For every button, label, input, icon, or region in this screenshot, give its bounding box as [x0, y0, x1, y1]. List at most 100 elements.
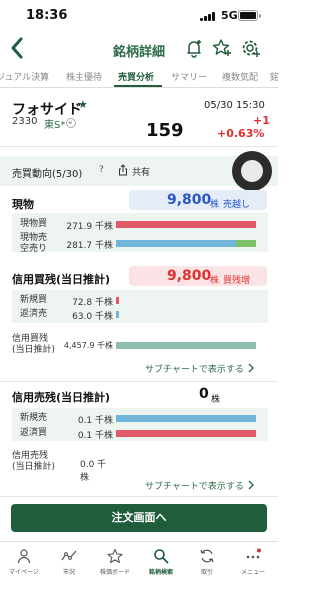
- star-plus-icon[interactable]: [212, 38, 232, 58]
- repay-buy-label: 返済買: [20, 428, 48, 438]
- price-change-pct: +0.63%: [217, 127, 265, 140]
- repay-buy-bar-track: [116, 430, 256, 437]
- margin-sell-balance-value: 0.0 千株: [80, 460, 107, 483]
- chevron-right-icon[interactable]: [247, 480, 255, 490]
- person-icon: [17, 549, 31, 564]
- tab-more[interactable]: 銘: [270, 70, 278, 83]
- tabbar-menu-label: メニュー: [240, 569, 265, 576]
- margin-buy-box: [12, 290, 268, 323]
- page-title: 銘柄詳細: [112, 45, 165, 60]
- new-buy-bar-track: [116, 297, 256, 304]
- divider: [0, 496, 278, 497]
- divider: [0, 146, 278, 147]
- tabbar-mypage[interactable]: マイページ: [1, 548, 47, 576]
- margin-buy-unit: 株: [210, 276, 220, 286]
- margin-buy-value: 9,800: [167, 268, 212, 284]
- repay-sell-value: 63.0 千株: [72, 312, 113, 322]
- margin-buy-title: 信用買残(当日推計): [12, 273, 111, 286]
- stock-code: 2330: [12, 116, 38, 127]
- tab-summary[interactable]: サマリー: [171, 70, 207, 83]
- spot-buy-value: 271.9 千株: [66, 222, 113, 232]
- margin-buy-balance-value: 4,457.9 千株: [63, 341, 113, 350]
- spot-value: 9,800: [167, 192, 212, 208]
- trend-title: 売買動向(5/30): [12, 169, 83, 180]
- margin-buy-balance-bar: [116, 342, 256, 349]
- new-buy-bar: [116, 297, 119, 304]
- favorite-star-icon[interactable]: ★: [78, 98, 88, 111]
- market-icon: [61, 550, 77, 561]
- repay-sell-bar: [116, 311, 119, 318]
- tabbar-board[interactable]: 株価ボード: [92, 548, 138, 576]
- assistive-touch-button[interactable]: [232, 151, 272, 191]
- nav-header: 銘柄詳細: [0, 32, 278, 66]
- more-icon: [246, 548, 261, 559]
- current-price: 159: [146, 120, 184, 141]
- tabbar-trade-label: 取引: [200, 569, 213, 576]
- spot-status: 売越し: [223, 200, 251, 210]
- chevron-down-icon[interactable]: [66, 118, 76, 128]
- spot-sell-bar-track: [116, 240, 256, 247]
- tab-multi-quotes[interactable]: 複数気配: [222, 70, 258, 83]
- signal-icon: [200, 11, 216, 21]
- star-icon: [107, 548, 123, 564]
- spot-buy-label: 現物買: [20, 219, 48, 229]
- spot-short-bar: [236, 240, 256, 247]
- help-icon[interactable]: ?: [99, 165, 104, 175]
- quote-datetime: 05/30 15:30: [204, 100, 265, 111]
- tab-strip: ジュアル決算 株主優待 売買分析 サマリー 複数気配 銘: [0, 66, 278, 88]
- repay-sell-bar-track: [116, 311, 256, 318]
- tab-shareholder-benefits[interactable]: 株主優待: [66, 70, 102, 83]
- battery-icon: [238, 10, 261, 21]
- gear-plus-icon[interactable]: [241, 38, 261, 58]
- new-sell-label: 新規売: [20, 413, 48, 423]
- spot-sell-bar: [116, 240, 236, 247]
- spot-buy-bar-track: [116, 221, 256, 228]
- tabbar-search[interactable]: 銘柄検索: [138, 548, 184, 576]
- share-button[interactable]: 共有: [132, 165, 150, 178]
- price-change: +1: [253, 114, 270, 127]
- network-label: 5G: [221, 9, 238, 22]
- spot-buy-bar: [116, 221, 256, 228]
- trade-icon: [200, 549, 214, 563]
- status-time: 18:36: [26, 8, 68, 23]
- margin-buy-subchart-link[interactable]: サブチャートで表示する: [145, 362, 244, 375]
- tabbar-market[interactable]: 市況: [46, 548, 92, 576]
- tab-trading-analysis[interactable]: 売買分析: [118, 70, 154, 83]
- tabbar-search-label: 銘柄検索: [148, 569, 173, 576]
- search-icon: [154, 549, 169, 564]
- spot-unit: 株: [210, 200, 220, 210]
- new-sell-bar-track: [116, 415, 256, 422]
- spot-title: 現物: [12, 198, 34, 211]
- share-icon[interactable]: [117, 164, 129, 176]
- tab-active-underline: [114, 85, 162, 87]
- tabbar-menu[interactable]: メニュー: [230, 548, 276, 576]
- margin-buy-status: 買残増: [223, 276, 251, 286]
- new-sell-value: 0.1 千株: [77, 416, 113, 426]
- tabbar-trade[interactable]: 取引: [184, 548, 230, 576]
- new-sell-bar: [116, 415, 256, 422]
- bell-plus-icon[interactable]: [184, 38, 204, 58]
- margin-sell-unit: 株: [211, 395, 221, 405]
- bottom-tab-bar: マイページ 市況 株価ボード 銘柄検索 取引 メニュー: [0, 541, 278, 600]
- new-buy-label: 新規買: [20, 295, 48, 305]
- tabbar-mypage-label: マイページ: [9, 569, 39, 576]
- new-buy-value: 72.8 千株: [72, 298, 113, 308]
- order-screen-button[interactable]: 注文画面へ: [11, 504, 267, 532]
- margin-buy-balance-label: 信用買残 (当日推計): [12, 334, 56, 355]
- margin-buy-balance-track: [116, 342, 256, 349]
- margin-sell-value: 0: [199, 386, 209, 402]
- margin-sell-balance-label: 信用売残 (当日推計): [12, 451, 56, 472]
- repay-sell-label: 返済売: [20, 309, 48, 319]
- tab-visual-results[interactable]: ジュアル決算: [0, 70, 49, 83]
- repay-buy-bar: [116, 430, 256, 437]
- margin-sell-subchart-link[interactable]: サブチャートで表示する: [145, 479, 244, 492]
- repay-buy-value: 0.1 千株: [77, 431, 113, 441]
- divider: [0, 381, 278, 382]
- margin-sell-title: 信用売残(当日推計): [12, 391, 111, 404]
- tabbar-board-label: 株価ボード: [99, 569, 130, 576]
- spot-sell-label: 現物売 空売り: [20, 233, 48, 254]
- spot-sell-value: 281.7 千株: [66, 241, 113, 251]
- tabbar-market-label: 市況: [62, 569, 75, 576]
- exchange-label[interactable]: 東S*: [44, 116, 65, 131]
- chevron-right-icon[interactable]: [247, 363, 255, 373]
